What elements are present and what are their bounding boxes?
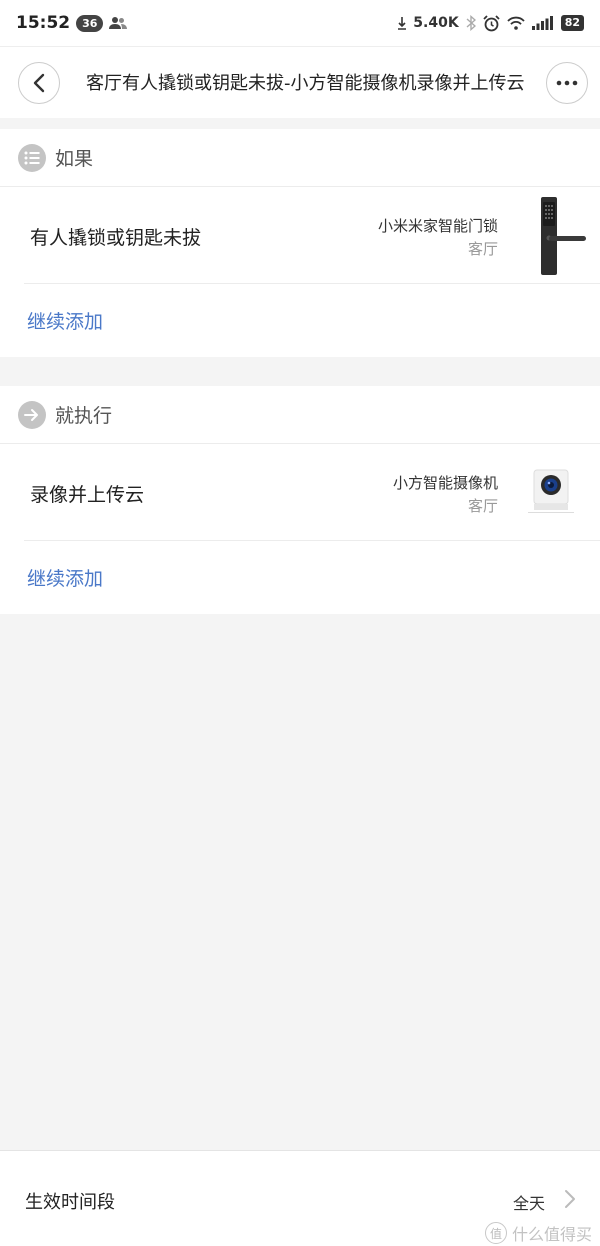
alarm-icon — [483, 14, 500, 32]
chevron-right-icon — [564, 1189, 576, 1209]
app-header: 客厅有人撬锁或钥匙未拔-小方智能摄像机录像并上传云 — [0, 46, 600, 118]
then-section-title: 就执行 — [55, 405, 113, 427]
bluetooth-icon — [466, 15, 476, 31]
watermark-text: 什么值得买 — [511, 1225, 592, 1244]
effective-period-value: 全天 — [512, 1194, 545, 1213]
condition-row[interactable]: 有人撬锁或钥匙未拔 小米米家智能门锁 客厅 — [24, 187, 600, 284]
signal-icon — [531, 16, 554, 30]
door-lock-image — [536, 197, 586, 275]
device-name: 小方智能摄像机 — [392, 474, 498, 492]
watermark: 值 什么值得买 — [484, 1221, 592, 1245]
effective-period-row[interactable]: 生效时间段 全天 值 什么值得买 — [0, 1150, 600, 1246]
back-button[interactable] — [18, 62, 60, 104]
battery-indicator: 82 — [560, 15, 584, 31]
notification-badge: 36 — [76, 14, 104, 32]
if-section-header: 如果 — [0, 129, 600, 187]
if-add-more-link[interactable]: 继续添加 — [0, 284, 600, 356]
then-add-more-link[interactable]: 继续添加 — [0, 541, 600, 613]
action-label: 录像并上传云 — [30, 484, 145, 506]
list-icon — [18, 143, 46, 172]
if-section: 如果 有人撬锁或钥匙未拔 小米米家智能门锁 客厅 继续添加 — [0, 129, 600, 357]
page-title: 客厅有人撬锁或钥匙未拔-小方智能摄像机录像并上传云 — [86, 73, 525, 94]
condition-label: 有人撬锁或钥匙未拔 — [30, 227, 202, 249]
watermark-logo-icon: 值 — [484, 1222, 507, 1244]
if-section-title: 如果 — [55, 148, 94, 170]
users-icon — [109, 16, 128, 30]
camera-image — [528, 468, 574, 514]
status-bar: 15:52 36 5.40K 82 — [0, 0, 600, 46]
arrow-right-icon — [18, 400, 46, 429]
status-time: 15:52 — [16, 13, 71, 33]
more-options-button[interactable] — [546, 62, 588, 104]
device-room: 客厅 — [467, 497, 498, 515]
action-row[interactable]: 录像并上传云 小方智能摄像机 客厅 — [24, 444, 600, 541]
device-name: 小米米家智能门锁 — [377, 217, 498, 235]
then-section-header: 就执行 — [0, 386, 600, 444]
more-dots-icon — [556, 80, 578, 86]
download-arrow-icon — [398, 16, 407, 30]
effective-period-label: 生效时间段 — [25, 1192, 115, 1213]
device-room: 客厅 — [467, 240, 498, 258]
network-speed: 5.40K — [413, 15, 459, 31]
chevron-left-icon — [32, 73, 46, 93]
wifi-icon — [507, 16, 525, 30]
then-section: 就执行 录像并上传云 小方智能摄像机 客厅 继续添加 — [0, 386, 600, 614]
